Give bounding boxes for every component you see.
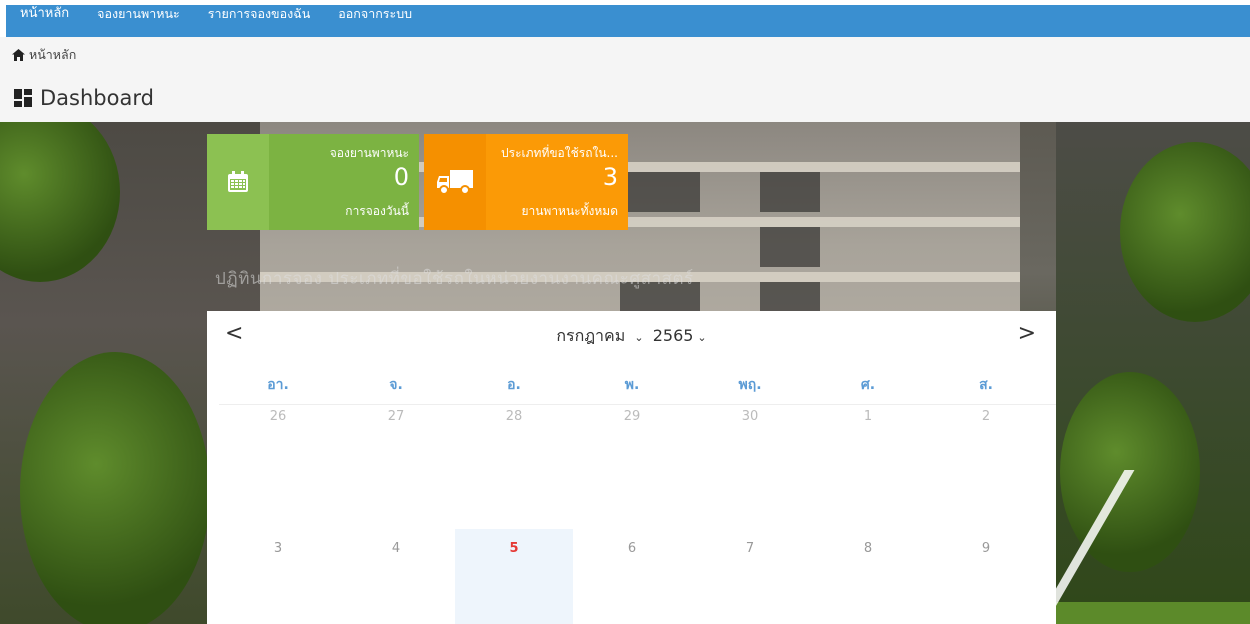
calendar-day[interactable]: 30 [691, 409, 809, 529]
tile-title: จองยานพาหนะ [329, 146, 409, 160]
home-icon [12, 49, 25, 61]
tile-value: 3 [602, 163, 618, 191]
calendar-day[interactable]: 7 [691, 529, 809, 624]
page-title: Dashboard [14, 86, 154, 110]
year-select[interactable]: 2565 [653, 326, 694, 345]
photo-hedge [1056, 602, 1250, 624]
navbar-bar: หน้าหลัก จองยานพาหนะ รายการจองของฉัน ออก… [6, 5, 1250, 37]
next-month-button[interactable]: > [1018, 321, 1036, 346]
calendar-day[interactable]: 3 [219, 529, 337, 624]
dashboard-icon [14, 89, 32, 107]
photo-caption: ปฏิทินการจอง ประเภทที่ขอใช้รถในหน่วยงานง… [215, 269, 694, 289]
weekday-label: พ. [624, 377, 640, 393]
calendar-icon [228, 171, 248, 192]
weekday-label: พฤ. [738, 377, 762, 393]
chevron-down-icon[interactable]: ⌄ [634, 331, 643, 344]
photo-tree [20, 352, 210, 624]
calendar-day[interactable]: 6 [573, 529, 691, 624]
booking-calendar: < กรกฎาคม ⌄ 2565 ⌄ > อา. จ. อ. พ. พฤ. ศ. … [207, 311, 1056, 624]
calendar-day[interactable]: 4 [337, 529, 455, 624]
page-title-text: Dashboard [40, 86, 154, 110]
tile-title: ประเภทที่ขอใช้รถใน... [501, 146, 618, 160]
calendar-day[interactable]: 29 [573, 409, 691, 529]
weekday-label: ส. [979, 377, 993, 393]
calendar-day[interactable]: 1 [809, 409, 927, 529]
breadcrumb: หน้าหลัก [12, 45, 76, 65]
calendar-week: 26 27 28 29 30 1 2 [219, 409, 1056, 529]
nav-item-logout[interactable]: ออกจากระบบ [324, 5, 426, 23]
page-header: หน้าหลัก Dashboard [0, 37, 1250, 122]
calendar-day-today[interactable]: 5 [455, 529, 573, 624]
weekday-label: อ. [507, 377, 521, 393]
weekday-label: ศ. [860, 377, 876, 393]
calendar-week: 3 4 5 6 7 8 9 [219, 529, 1056, 624]
top-navbar: หน้าหลัก จองยานพาหนะ รายการจองของฉัน ออก… [0, 0, 1250, 37]
month-year-selector: กรกฎาคม ⌄ 2565 ⌄ [207, 324, 1056, 349]
breadcrumb-home-link[interactable]: หน้าหลัก [29, 45, 76, 65]
calendar-day[interactable]: 28 [455, 409, 573, 529]
nav-item-book-vehicle[interactable]: จองยานพาหนะ [83, 5, 194, 23]
tile-subtitle: ยานพาหนะทั้งหมด [521, 204, 618, 218]
tile-subtitle: การจองวันนี้ [345, 204, 409, 218]
nav-item-my-bookings[interactable]: รายการจองของฉัน [194, 5, 325, 23]
weekday-header: อา. จ. อ. พ. พฤ. ศ. ส. [219, 374, 1056, 405]
calendar-day[interactable]: 26 [219, 409, 337, 529]
chevron-down-icon[interactable]: ⌄ [697, 331, 706, 344]
nav-item-home[interactable]: หน้าหลัก [6, 5, 83, 23]
weekday-label: จ. [389, 377, 403, 393]
truck-icon [437, 170, 473, 195]
tile-value: 0 [393, 163, 409, 191]
vehicle-types-tile[interactable]: ประเภทที่ขอใช้รถใน... 3 ยานพาหนะทั้งหมด [424, 134, 628, 230]
bookings-today-tile[interactable]: จองยานพาหนะ 0 การจองวันนี้ [207, 134, 419, 230]
calendar-day[interactable]: 27 [337, 409, 455, 529]
month-select[interactable]: กรกฎาคม [556, 326, 625, 345]
calendar-day[interactable]: 8 [809, 529, 927, 624]
weekday-label: อา. [267, 377, 289, 393]
